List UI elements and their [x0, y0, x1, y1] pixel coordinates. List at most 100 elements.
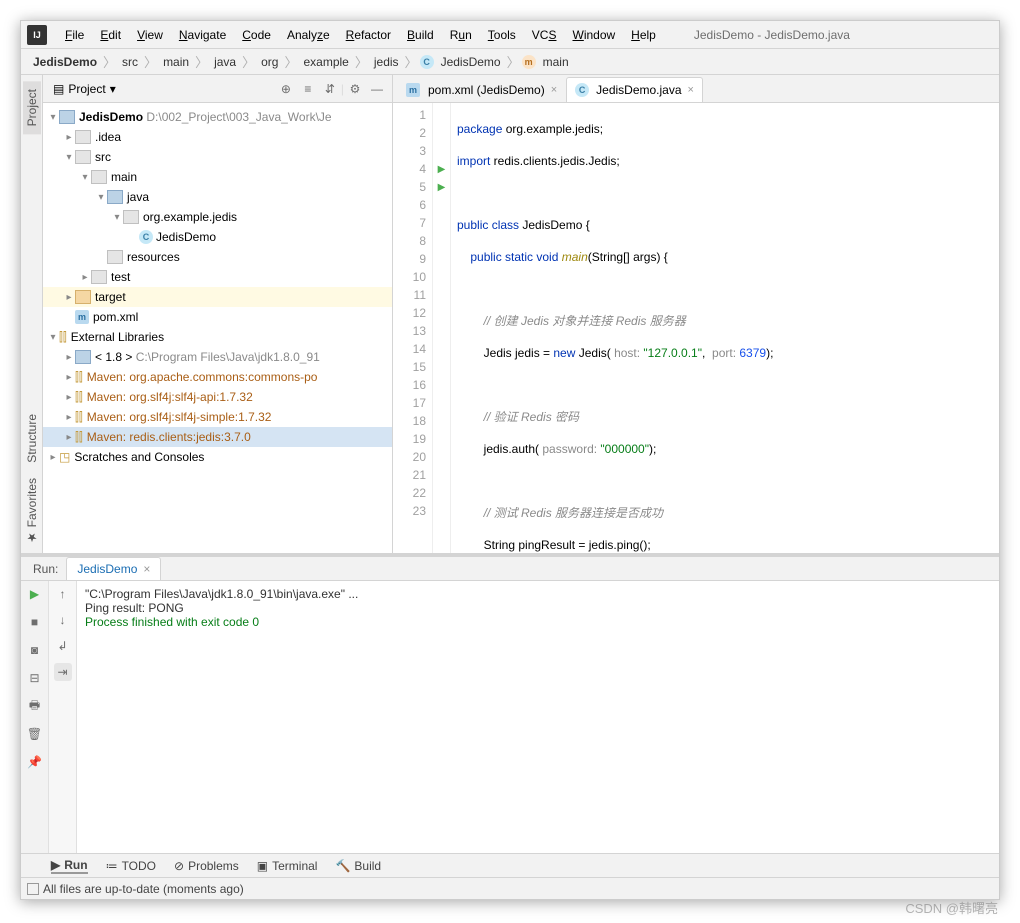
chevron-right-icon: 〉: [353, 52, 370, 71]
bottom-tool-tabs: ▶ Run ≔ TODO ⊘ Problems ▣ Terminal 🔨 Bui…: [21, 853, 999, 877]
rerun-icon[interactable]: ▶: [26, 585, 44, 603]
maven-file-icon: m: [406, 83, 420, 97]
bc-jedis[interactable]: jedis: [370, 55, 403, 69]
locate-icon[interactable]: ⊕: [277, 80, 295, 98]
menu-edit[interactable]: Edit: [92, 28, 129, 42]
node-class[interactable]: CJedisDemo: [43, 227, 392, 247]
run-markers: ▶▶: [433, 103, 451, 553]
checkbox-icon[interactable]: [27, 883, 39, 895]
node-maven-2[interactable]: ▸⫿⫿Maven: org.slf4j:slf4j-api:1.7.32: [43, 387, 392, 407]
menu-navigate[interactable]: Navigate: [171, 28, 234, 42]
chevron-right-icon: 〉: [282, 52, 299, 71]
bc-src[interactable]: src: [118, 55, 142, 69]
node-test[interactable]: ▸test: [43, 267, 392, 287]
editor-tabs: mpom.xml (JedisDemo)× CJedisDemo.java×: [393, 75, 999, 103]
gear-icon[interactable]: ⚙: [346, 80, 364, 98]
bottom-tab-terminal[interactable]: ▣ Terminal: [257, 859, 318, 873]
expand-all-icon[interactable]: ≡: [299, 80, 317, 98]
window-title: JedisDemo - JedisDemo.java: [694, 28, 850, 42]
play-icon[interactable]: ▶: [433, 178, 450, 196]
run-tab-jedisdemo[interactable]: JedisDemo×: [66, 557, 161, 580]
side-tab-favorites[interactable]: ★ Favorites: [23, 470, 41, 553]
pin-icon[interactable]: 📌: [26, 753, 44, 771]
bc-example[interactable]: example: [299, 55, 352, 69]
node-resources[interactable]: resources: [43, 247, 392, 267]
node-pom[interactable]: mpom.xml: [43, 307, 392, 327]
left-gutter: Project Structure ★ Favorites: [21, 75, 43, 553]
bottom-tab-build[interactable]: 🔨 Build: [335, 859, 381, 873]
menu-view[interactable]: View: [129, 28, 171, 42]
collapse-all-icon[interactable]: ⇵: [321, 80, 339, 98]
chevron-right-icon: 〉: [505, 52, 522, 71]
wrap-icon[interactable]: ↲: [54, 637, 72, 655]
bottom-tab-run[interactable]: ▶ Run: [51, 858, 88, 874]
close-icon[interactable]: ×: [688, 84, 694, 96]
console-output[interactable]: "C:\Program Files\Java\jdk1.8.0_91\bin\j…: [77, 581, 999, 853]
scroll-icon[interactable]: ⇥: [54, 663, 72, 681]
code-editor[interactable]: 1234567891011121314151617181920212223 ▶▶…: [393, 103, 999, 553]
bc-class[interactable]: JedisDemo: [437, 55, 505, 69]
project-tree-pane: ▤ Project ▾ ⊕ ≡ ⇵ | ⚙ — ▾JedisDemo D:\00…: [43, 75, 393, 553]
camera-icon[interactable]: ◙: [26, 641, 44, 659]
print-icon[interactable]: 🖶: [26, 697, 44, 715]
close-icon[interactable]: ×: [551, 84, 557, 96]
menu-window[interactable]: Window: [564, 28, 623, 42]
layout-icon[interactable]: ⊟: [26, 669, 44, 687]
side-tab-project[interactable]: Project: [23, 81, 41, 134]
node-package[interactable]: ▾org.example.jedis: [43, 207, 392, 227]
menu-run[interactable]: Run: [442, 28, 480, 42]
menu-code[interactable]: Code: [234, 28, 279, 42]
node-maven-4[interactable]: ▸⫿⫿Maven: redis.clients:jedis:3.7.0: [43, 427, 392, 447]
node-java[interactable]: ▾java: [43, 187, 392, 207]
menu-analyze[interactable]: Analyze: [279, 28, 338, 42]
hide-icon[interactable]: —: [368, 80, 386, 98]
up-icon[interactable]: ↑: [54, 585, 72, 603]
node-scratches[interactable]: ▸◳Scratches and Consoles: [43, 447, 392, 467]
chevron-right-icon: 〉: [142, 52, 159, 71]
node-maven-1[interactable]: ▸⫿⫿Maven: org.apache.commons:commons-po: [43, 367, 392, 387]
class-icon: C: [575, 83, 589, 97]
line-gutter: 1234567891011121314151617181920212223: [393, 103, 433, 553]
run-toolbar-1: ▶ ■ ◙ ⊟ 🖶 🗑 📌: [21, 581, 49, 853]
menu-vcs[interactable]: VCS: [524, 28, 565, 42]
play-icon[interactable]: ▶: [433, 160, 450, 178]
menu-help[interactable]: Help: [623, 28, 664, 42]
node-idea[interactable]: ▸.idea: [43, 127, 392, 147]
chevron-right-icon: 〉: [193, 52, 210, 71]
side-tab-structure[interactable]: Structure: [23, 406, 41, 471]
bc-java[interactable]: java: [210, 55, 240, 69]
menu-refactor[interactable]: Refactor: [338, 28, 399, 42]
bc-org[interactable]: org: [257, 55, 282, 69]
close-icon[interactable]: ×: [143, 562, 150, 576]
node-src[interactable]: ▾src: [43, 147, 392, 167]
breadcrumb: JedisDemo 〉 src 〉 main 〉 java 〉 org 〉 ex…: [21, 49, 999, 75]
node-jdk[interactable]: ▸< 1.8 > C:\Program Files\Java\jdk1.8.0_…: [43, 347, 392, 367]
bc-root[interactable]: JedisDemo: [29, 55, 101, 69]
menu-build[interactable]: Build: [399, 28, 442, 42]
node-maven-3[interactable]: ▸⫿⫿Maven: org.slf4j:slf4j-simple:1.7.32: [43, 407, 392, 427]
stop-icon[interactable]: ■: [26, 613, 44, 631]
maven-file-icon: m: [75, 310, 89, 324]
menu-tools[interactable]: Tools: [480, 28, 524, 42]
chevron-right-icon: 〉: [101, 52, 118, 71]
status-bar: All files are up-to-date (moments ago): [21, 877, 999, 899]
bc-main[interactable]: main: [159, 55, 193, 69]
down-icon[interactable]: ↓: [54, 611, 72, 629]
method-icon: m: [522, 55, 536, 69]
bc-method[interactable]: main: [539, 55, 573, 69]
tab-pom[interactable]: mpom.xml (JedisDemo)×: [397, 77, 566, 102]
bottom-tab-todo[interactable]: ≔ TODO: [106, 859, 156, 873]
node-project[interactable]: ▾JedisDemo D:\002_Project\003_Java_Work\…: [43, 107, 392, 127]
project-view-selector[interactable]: ▤ Project ▾: [47, 82, 122, 96]
run-label: Run:: [25, 562, 66, 576]
status-text: All files are up-to-date (moments ago): [43, 882, 244, 896]
tab-jedisdemo[interactable]: CJedisDemo.java×: [566, 77, 703, 102]
trash-icon[interactable]: 🗑: [26, 725, 44, 743]
node-target[interactable]: ▸target: [43, 287, 392, 307]
node-main[interactable]: ▾main: [43, 167, 392, 187]
menubar: IJ File Edit View Navigate Code Analyze …: [21, 21, 999, 49]
bottom-tab-problems[interactable]: ⊘ Problems: [174, 859, 239, 873]
menu-file[interactable]: File: [57, 28, 92, 42]
node-ext-libs[interactable]: ▾⫿⫿External Libraries: [43, 327, 392, 347]
app-logo-icon: IJ: [27, 25, 47, 45]
